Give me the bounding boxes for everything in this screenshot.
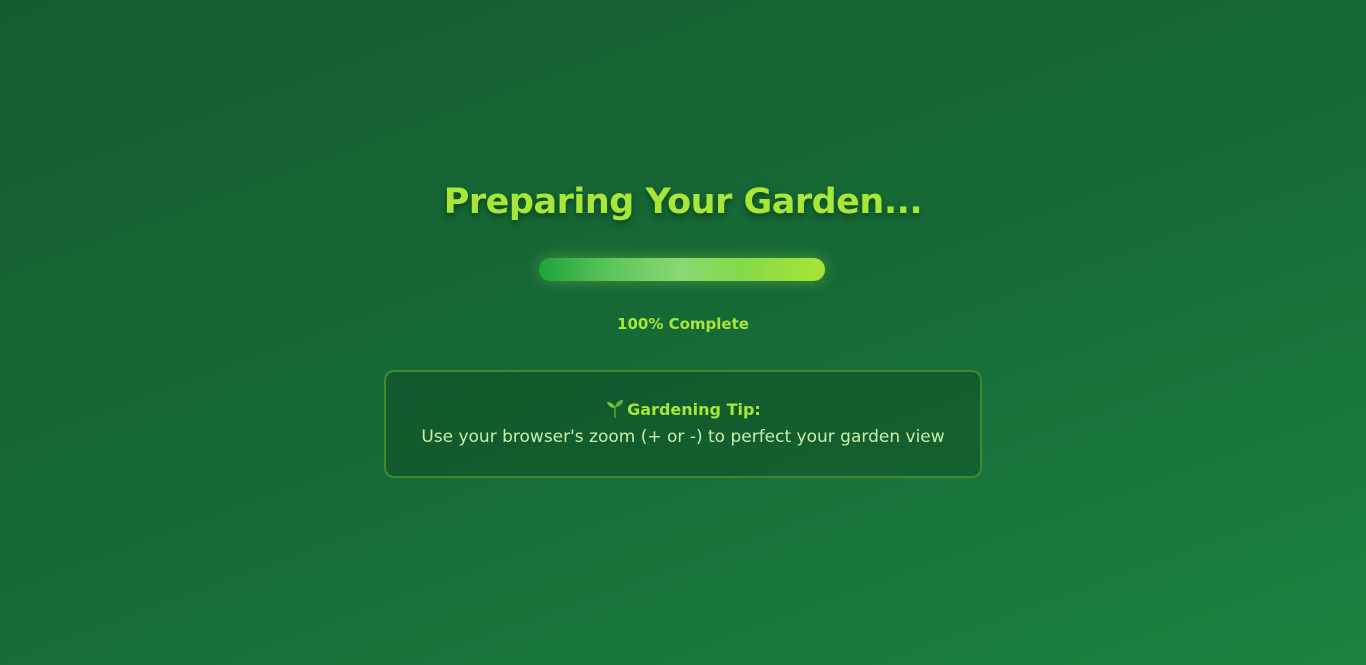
progress-bar bbox=[538, 257, 826, 282]
progress-bar-fill bbox=[538, 257, 826, 282]
tip-body: Use your browser's zoom (+ or -) to perf… bbox=[421, 427, 945, 447]
tip-heading: Gardening Tip: bbox=[386, 398, 980, 419]
page-title: Preparing Your Garden... bbox=[443, 182, 923, 222]
sprout-icon bbox=[605, 398, 625, 418]
tip-heading-label: Gardening Tip: bbox=[627, 400, 761, 419]
gardening-tip-box: Gardening Tip: Use your browser's zoom (… bbox=[384, 370, 982, 478]
progress-label: 100% Complete bbox=[617, 315, 749, 333]
loading-screen: Preparing Your Garden... 100% Complete G… bbox=[0, 0, 1366, 665]
